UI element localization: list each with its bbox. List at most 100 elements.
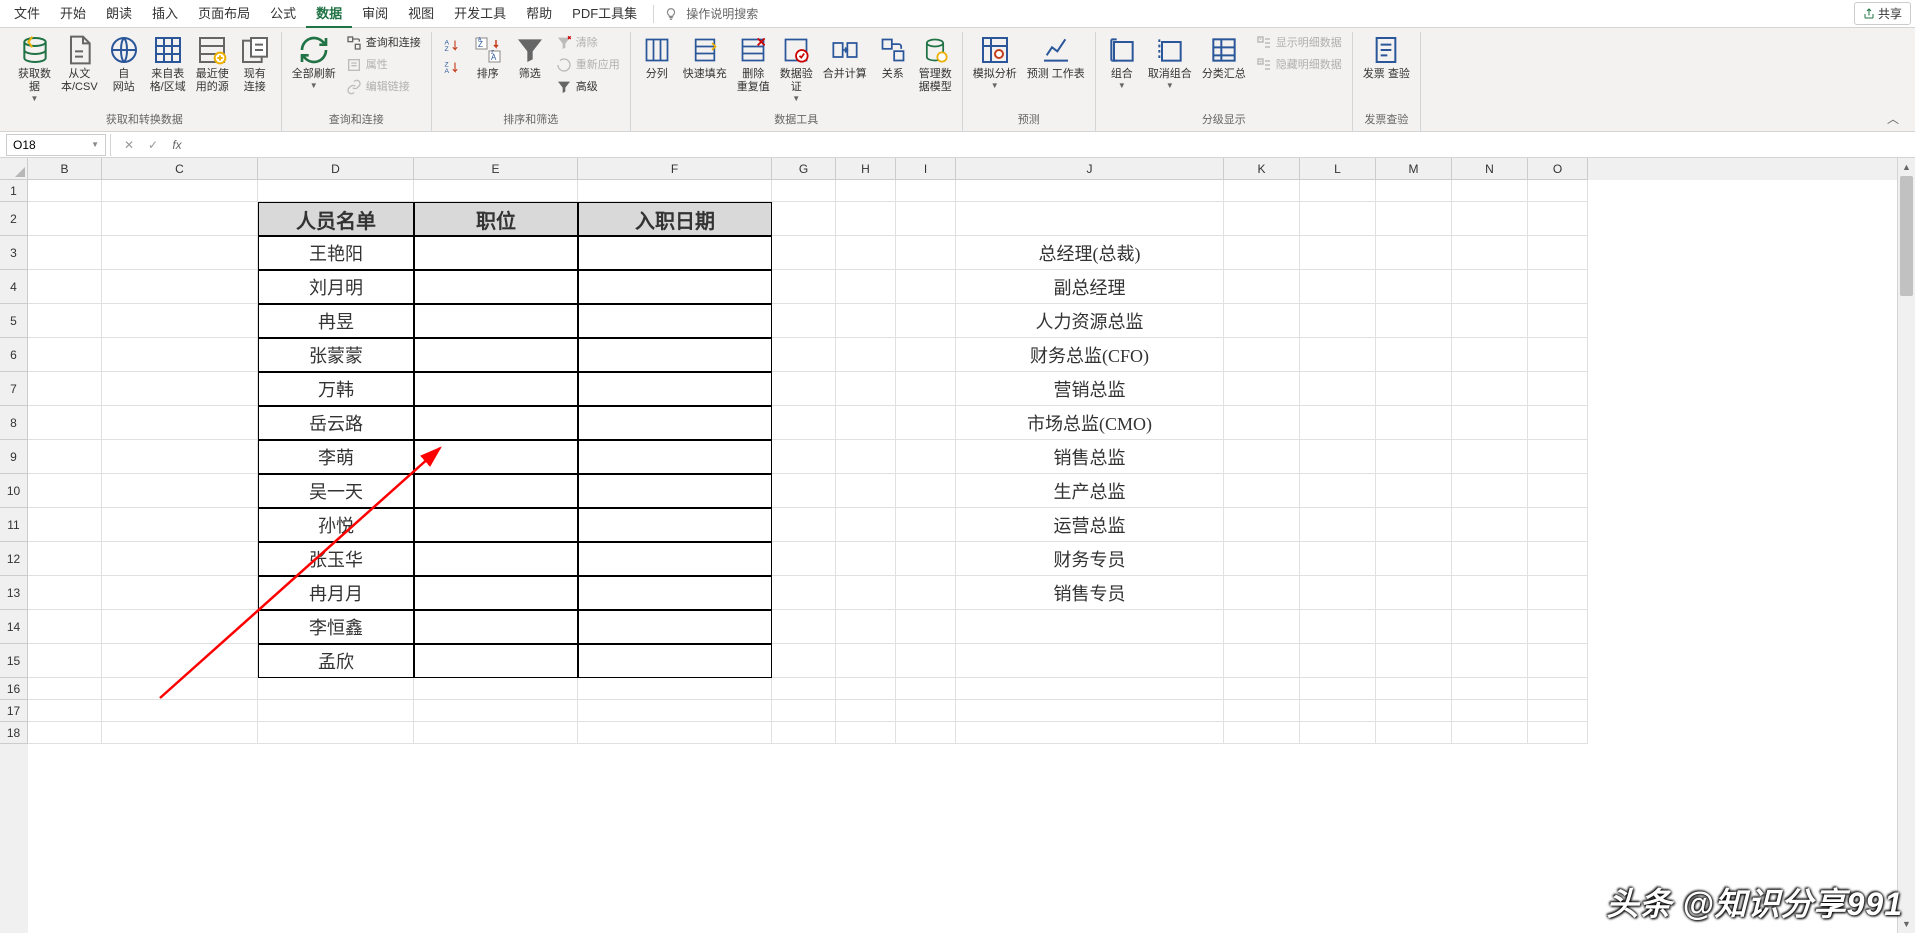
- formula-input[interactable]: [193, 134, 1915, 156]
- cell-C6[interactable]: [102, 338, 258, 372]
- cell-I15[interactable]: [896, 644, 956, 678]
- cell-M5[interactable]: [1376, 304, 1452, 338]
- cell-I17[interactable]: [896, 700, 956, 722]
- cell-J6[interactable]: 财务总监(CFO): [956, 338, 1224, 372]
- data-tool-button-2[interactable]: 删除重复值: [733, 32, 774, 96]
- data-tool-button-4[interactable]: 合并计算: [819, 32, 871, 83]
- cell-M9[interactable]: [1376, 440, 1452, 474]
- cell-C14[interactable]: [102, 610, 258, 644]
- cell-I6[interactable]: [896, 338, 956, 372]
- cell-N11[interactable]: [1452, 508, 1528, 542]
- cell-M15[interactable]: [1376, 644, 1452, 678]
- cell-L2[interactable]: [1300, 202, 1376, 236]
- cell-H3[interactable]: [836, 236, 896, 270]
- row-header-12[interactable]: 12: [0, 542, 28, 576]
- row-header-13[interactable]: 13: [0, 576, 28, 610]
- cell-F15[interactable]: [578, 644, 772, 678]
- cell-M14[interactable]: [1376, 610, 1452, 644]
- cell-E7[interactable]: [414, 372, 578, 406]
- cell-F13[interactable]: [578, 576, 772, 610]
- confirm-formula-button[interactable]: ✓: [141, 134, 165, 156]
- cell-D3[interactable]: 王艳阳: [258, 236, 414, 270]
- menu-tab-1[interactable]: 开始: [50, 0, 96, 29]
- cell-D11[interactable]: 孙悦: [258, 508, 414, 542]
- cell-D12[interactable]: 张玉华: [258, 542, 414, 576]
- sort-desc-button[interactable]: ZA: [442, 56, 462, 78]
- cell-L3[interactable]: [1300, 236, 1376, 270]
- cell-C11[interactable]: [102, 508, 258, 542]
- cell-C12[interactable]: [102, 542, 258, 576]
- cell-I8[interactable]: [896, 406, 956, 440]
- cell-F1[interactable]: [578, 180, 772, 202]
- cell-N15[interactable]: [1452, 644, 1528, 678]
- cell-K2[interactable]: [1224, 202, 1300, 236]
- cell-O14[interactable]: [1528, 610, 1588, 644]
- cell-H11[interactable]: [836, 508, 896, 542]
- cell-B17[interactable]: [28, 700, 102, 722]
- cell-F3[interactable]: [578, 236, 772, 270]
- cell-B13[interactable]: [28, 576, 102, 610]
- cell-K11[interactable]: [1224, 508, 1300, 542]
- select-all-corner[interactable]: [0, 158, 28, 180]
- cell-K9[interactable]: [1224, 440, 1300, 474]
- cell-O9[interactable]: [1528, 440, 1588, 474]
- cell-K15[interactable]: [1224, 644, 1300, 678]
- row-header-8[interactable]: 8: [0, 406, 28, 440]
- cell-G18[interactable]: [772, 722, 836, 744]
- cell-F7[interactable]: [578, 372, 772, 406]
- menu-tab-9[interactable]: 开发工具: [444, 0, 516, 29]
- cell-O13[interactable]: [1528, 576, 1588, 610]
- menu-tab-11[interactable]: PDF工具集: [562, 0, 647, 29]
- cell-N14[interactable]: [1452, 610, 1528, 644]
- cell-I13[interactable]: [896, 576, 956, 610]
- row-header-2[interactable]: 2: [0, 202, 28, 236]
- cell-M11[interactable]: [1376, 508, 1452, 542]
- cell-I12[interactable]: [896, 542, 956, 576]
- column-header-F[interactable]: F: [578, 158, 772, 180]
- cell-J11[interactable]: 运营总监: [956, 508, 1224, 542]
- column-header-L[interactable]: L: [1300, 158, 1376, 180]
- cell-O12[interactable]: [1528, 542, 1588, 576]
- cell-B5[interactable]: [28, 304, 102, 338]
- data-tool-button-0[interactable]: 分列: [637, 32, 677, 83]
- cell-F8[interactable]: [578, 406, 772, 440]
- row-header-9[interactable]: 9: [0, 440, 28, 474]
- menu-tab-3[interactable]: 插入: [142, 0, 188, 29]
- cell-H9[interactable]: [836, 440, 896, 474]
- cell-B1[interactable]: [28, 180, 102, 202]
- cell-K4[interactable]: [1224, 270, 1300, 304]
- cell-G5[interactable]: [772, 304, 836, 338]
- cell-F12[interactable]: [578, 542, 772, 576]
- cell-E13[interactable]: [414, 576, 578, 610]
- cell-C5[interactable]: [102, 304, 258, 338]
- cell-M7[interactable]: [1376, 372, 1452, 406]
- fx-button[interactable]: fx: [165, 134, 189, 156]
- cell-F16[interactable]: [578, 678, 772, 700]
- cell-N18[interactable]: [1452, 722, 1528, 744]
- cell-L10[interactable]: [1300, 474, 1376, 508]
- cell-N9[interactable]: [1452, 440, 1528, 474]
- cell-N3[interactable]: [1452, 236, 1528, 270]
- column-header-E[interactable]: E: [414, 158, 578, 180]
- cell-O10[interactable]: [1528, 474, 1588, 508]
- cell-B18[interactable]: [28, 722, 102, 744]
- get-data-button-5[interactable]: 现有连接: [235, 32, 275, 96]
- cell-G6[interactable]: [772, 338, 836, 372]
- cell-E4[interactable]: [414, 270, 578, 304]
- cell-G10[interactable]: [772, 474, 836, 508]
- cell-O15[interactable]: [1528, 644, 1588, 678]
- cell-I4[interactable]: [896, 270, 956, 304]
- row-header-11[interactable]: 11: [0, 508, 28, 542]
- row-header-4[interactable]: 4: [0, 270, 28, 304]
- cell-G17[interactable]: [772, 700, 836, 722]
- cell-K18[interactable]: [1224, 722, 1300, 744]
- cell-N2[interactable]: [1452, 202, 1528, 236]
- cell-E14[interactable]: [414, 610, 578, 644]
- refresh-all-button[interactable]: 全部刷新 ▼: [288, 32, 340, 92]
- cell-O18[interactable]: [1528, 722, 1588, 744]
- cell-G11[interactable]: [772, 508, 836, 542]
- cell-C9[interactable]: [102, 440, 258, 474]
- sort-button[interactable]: ZAAZ 排序: [468, 32, 508, 83]
- cell-N4[interactable]: [1452, 270, 1528, 304]
- cell-C10[interactable]: [102, 474, 258, 508]
